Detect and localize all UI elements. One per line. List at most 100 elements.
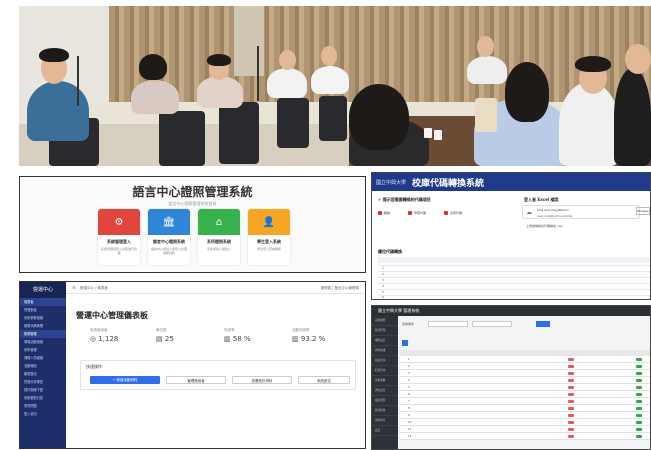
table-row[interactable]: 2 (400, 363, 650, 370)
card-desc: 系所承辦人員登入 (206, 247, 231, 251)
sidebar-brand: 營運中心 (20, 282, 66, 298)
card-student[interactable]: 👤 學生登入系統 學生登入查詢證照 (248, 209, 290, 265)
card-label: 系所證照系統 (207, 239, 231, 244)
sidebar-item[interactable]: 系統參數維護 (20, 314, 66, 322)
settings-button[interactable]: 系統設定 (298, 376, 350, 384)
sidebar-item[interactable]: 現場活動維護 (20, 338, 66, 346)
user-info[interactable]: 管理員 | 登出中心管理員 (321, 286, 359, 291)
tag-dept[interactable]: 系所代碼 (444, 211, 462, 215)
search-button[interactable] (536, 321, 550, 327)
sidebar-item[interactable]: 資料維護 (372, 346, 398, 356)
sidebar-item[interactable]: 營運數據 (20, 306, 66, 314)
bank-icon: 🏛 (162, 216, 176, 228)
card-department[interactable]: ⌂ 系所證照系統 系所承辦人員登入 (198, 209, 240, 265)
card-label: 系統管理登入 (107, 239, 131, 244)
dashboard-sidebar: 營運中心 儀表板 營運數據 系統參數維護 權限代碼管理 帳號管理 現場活動維護 … (20, 282, 66, 448)
table-row[interactable]: 4 (400, 377, 650, 384)
add-activity-button[interactable]: + 新增活動資料 (90, 376, 160, 384)
stat-label: 完成率 (224, 328, 235, 332)
panel-title: 校庫代碼轉換系統 (412, 178, 485, 189)
chart-icon: ▥ (292, 335, 299, 343)
sidebar-item[interactable]: 紀錄查詢 (372, 366, 398, 376)
sidebar-item[interactable]: 權限設定 (372, 336, 398, 346)
sidebar-item[interactable]: 課程人員維護 (20, 354, 66, 362)
sidebar-item[interactable]: 設定 (372, 426, 398, 436)
stat-value: ▤ 25 (156, 335, 174, 343)
table-row[interactable]: 10 (400, 419, 650, 426)
row-index: 3 (382, 278, 384, 282)
view-stats-button[interactable]: 查看統計資料 (232, 376, 292, 384)
sidebar-item[interactable]: 通知設定 (372, 386, 398, 396)
language-center-panel: 語言中心證照管理系統 語言中心證照管理系統首頁 ⚙ 系統管理登入 系統管理員登入… (19, 176, 366, 273)
card-label: 學生登入系統 (257, 239, 281, 244)
page-title: 營運中心管理儀表板 (76, 311, 148, 320)
tag-college[interactable]: 學院代碼 (408, 211, 426, 215)
sidebar-item[interactable]: 活動報到 (20, 362, 66, 370)
card-desc: 系統管理員登入系統進行管理 (100, 247, 137, 255)
sidebar-item[interactable]: 帳號管理 (20, 330, 66, 338)
meeting-photo (19, 6, 651, 166)
sidebar-item[interactable]: 報表查詢 (372, 356, 398, 366)
sidebar-item[interactable]: 登入資訊 (20, 410, 66, 418)
transcode-panel: 國立中興大學 校庫代碼轉換系統 ✔ 提示您需要轉換的代碼項目 職稱 學院代碼 系… (371, 172, 651, 300)
card-system-admin[interactable]: ⚙ 系統管理登入 系統管理員登入系統進行管理 (98, 209, 140, 265)
row-index: 6 (382, 295, 384, 299)
table-row[interactable]: 5 (400, 384, 650, 391)
table-row[interactable]: 3 (400, 370, 650, 377)
table-row[interactable]: 9 (400, 412, 650, 419)
stat-value: ▥ 93.2 % (292, 335, 326, 343)
card-label: 語言中心證照系統 (153, 239, 185, 244)
stat-label: 活動完成率 (292, 328, 310, 332)
sidebar-item[interactable]: 操作紀錄 (372, 406, 398, 416)
table-row[interactable]: 11 (400, 426, 650, 433)
dashboard-panel: 營運中心 儀表板 營運數據 系統參數維護 權限代碼管理 帳號管理 現場活動維護 … (19, 281, 366, 449)
sidebar-item[interactable]: 權限代碼管理 (20, 322, 66, 330)
add-button[interactable] (402, 340, 408, 346)
tag-title[interactable]: 職稱 (378, 211, 390, 215)
panel-subtitle: 語言中心證照管理系統首頁 (168, 201, 217, 206)
sidebar-item[interactable]: 系統更新日誌 (20, 394, 66, 402)
doc-icon: ▤ (156, 335, 163, 343)
admin-table-panel: 國立中興大學 管理系統 系統概覽 帳號管理 權限設定 資料維護 報表查詢 紀錄查… (371, 305, 651, 450)
sidebar-item[interactable]: 資料匯出 (372, 416, 398, 426)
sidebar-item[interactable]: 常見問題 (20, 402, 66, 410)
row-index: 1 (382, 266, 384, 270)
stat-value: ◎ 1,128 (90, 335, 119, 343)
sidebar-item[interactable]: 儀表板 (20, 298, 66, 306)
dashboard-topbar: ☰ 營運中心 / 儀表板 管理員 | 登出中心管理員 (66, 282, 365, 294)
card-desc: 學生登入查詢證照 (256, 247, 281, 251)
table-row[interactable]: 6 (400, 391, 650, 398)
user-block-title: 登入者 Excel 檔案 (524, 197, 559, 202)
user-card: ☁ Ling and Amy/Person user.mail@nchu.edu… (522, 205, 640, 219)
sidebar-item[interactable]: 營運分析專區 (20, 378, 66, 386)
sidebar-item[interactable]: 檔案管理 (372, 396, 398, 406)
sidebar-item[interactable]: 報表匯出 (20, 370, 66, 378)
manage-users-button[interactable]: 管理使用者 (166, 376, 226, 384)
table-row[interactable]: 1 (400, 356, 650, 363)
table-heading: 欄位代碼轉換 (378, 249, 402, 254)
sidebar-item[interactable]: 系統參數 (372, 376, 398, 386)
filter-select[interactable] (428, 321, 468, 327)
table-row[interactable]: 12 (400, 433, 650, 440)
browse-button[interactable]: Browse (636, 207, 650, 215)
menu-icon[interactable]: ☰ (72, 285, 76, 290)
sidebar-item[interactable]: 系所管理 (20, 346, 66, 354)
card-language-center[interactable]: 🏛 語言中心證照系統 語言中心承辦人員登入管理證照資料 (148, 209, 190, 265)
table-row[interactable]: 7 (400, 398, 650, 405)
sidebar-item[interactable]: 系統概覽 (372, 316, 398, 326)
table-header (378, 257, 650, 263)
table-row[interactable]: 8 (400, 405, 650, 412)
chart-icon: ▥ (224, 335, 231, 343)
panel-title: 語言中心證照管理系統 (132, 185, 253, 199)
gear-icon: ⚙ (114, 216, 124, 228)
admin-sidebar: 系統概覽 帳號管理 權限設定 資料維護 報表查詢 紀錄查詢 系統參數 通知設定 … (372, 316, 398, 449)
sidebar-item[interactable]: 帳號管理 (372, 326, 398, 336)
university-logo: 國立中興大學 (376, 179, 407, 186)
home-icon: ⌂ (215, 216, 223, 228)
sidebar-item[interactable]: 操作指南下載 (20, 386, 66, 394)
file-label: 上傳欲轉換的代碼檔案 xlsx (526, 224, 563, 228)
stat-value: ▥ 58 % (224, 335, 251, 343)
cloud-icon: ☁ (526, 209, 532, 216)
filter-input[interactable] (472, 321, 512, 327)
collage: 語言中心證照管理系統 語言中心證照管理系統首頁 ⚙ 系統管理登入 系統管理員登入… (0, 0, 651, 450)
